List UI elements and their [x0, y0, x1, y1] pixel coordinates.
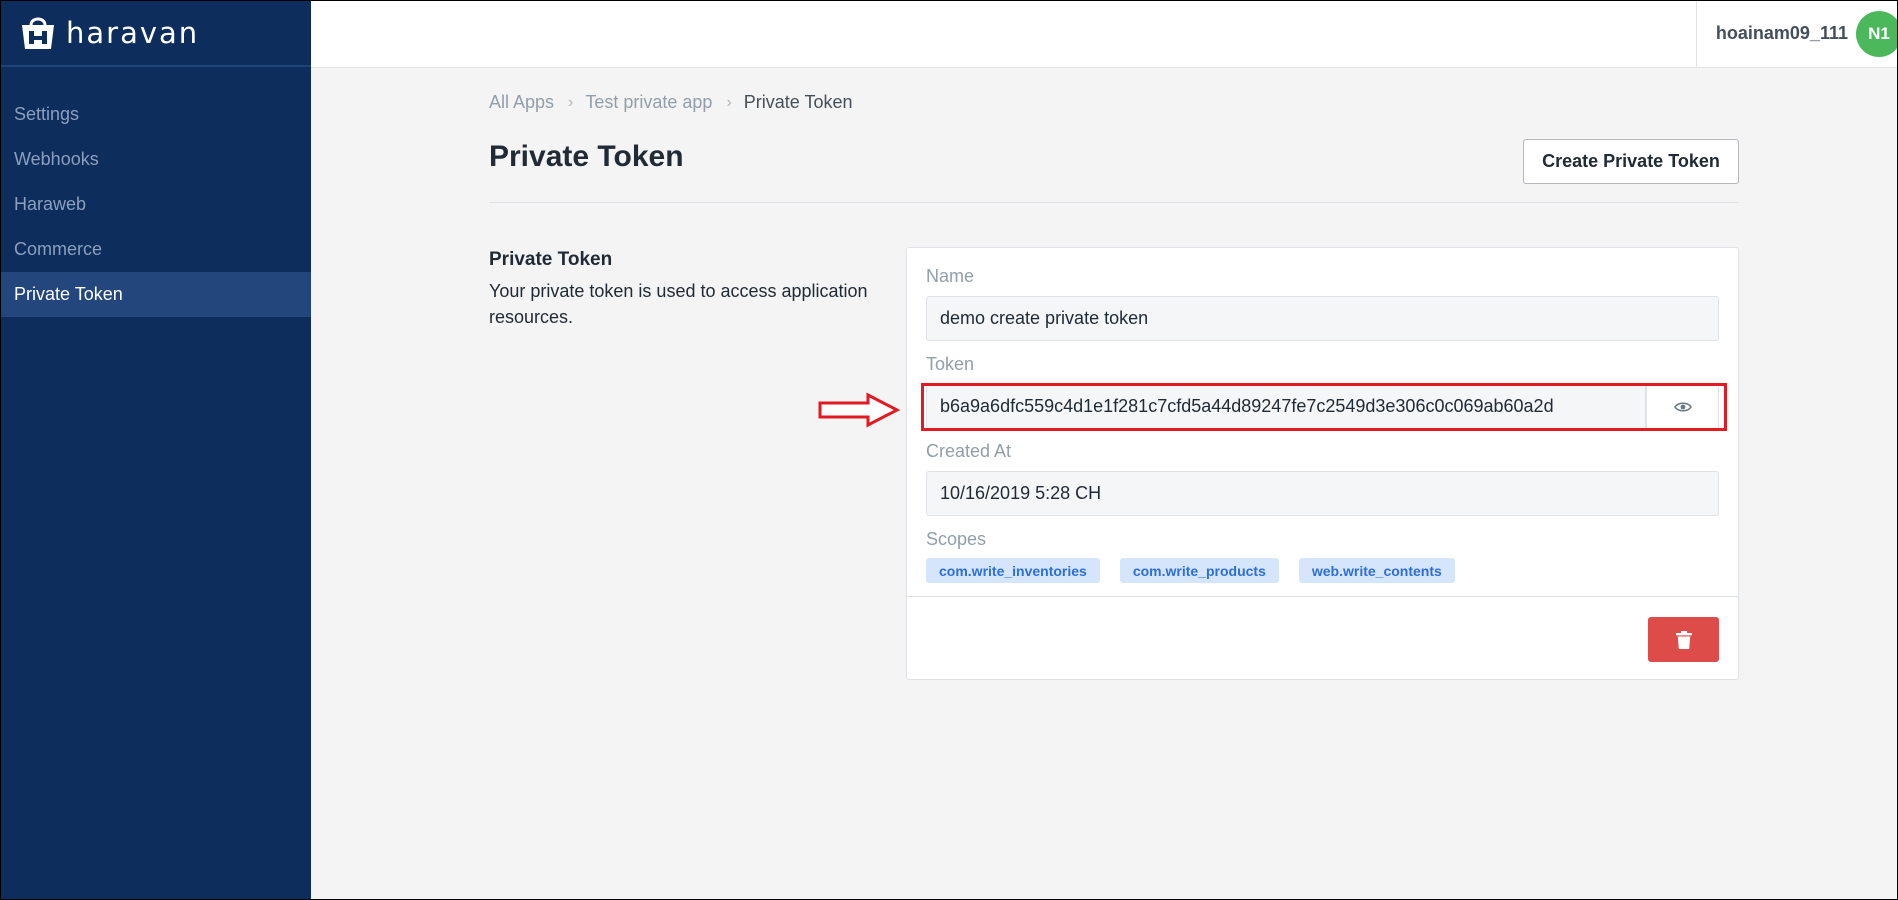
scope-tag: com.write_inventories — [926, 558, 1100, 583]
brand-name: haravan — [66, 15, 200, 50]
sidebar-nav: Settings Webhooks Haraweb Commerce Priva… — [0, 92, 311, 317]
sidebar-item-settings[interactable]: Settings — [0, 92, 311, 137]
page-title: Private Token — [489, 140, 684, 173]
section-description: Your private token is used to access app… — [489, 281, 868, 327]
user-menu[interactable]: hoainam09_111 N1 — [1695, 0, 1898, 67]
sidebar-item-private-token[interactable]: Private Token — [0, 272, 311, 317]
name-label: Name — [926, 266, 975, 286]
trash-icon — [1675, 630, 1692, 649]
annotation-arrow-icon — [818, 392, 900, 428]
sidebar: haravan Settings Webhooks Haraweb Commer… — [0, 0, 311, 900]
eye-icon — [1673, 401, 1692, 412]
section-title: Private Token — [489, 249, 613, 270]
scopes-label: Scopes — [926, 529, 987, 549]
name-field[interactable]: demo create private token — [926, 296, 1719, 341]
delete-token-button[interactable] — [1648, 617, 1719, 662]
token-field[interactable]: b6a9a6dfc559c4d1e1f281c7cfd5a44d89247fe7… — [926, 384, 1646, 429]
token-label: Token — [926, 354, 975, 374]
created-at-label: Created At — [926, 441, 1012, 461]
breadcrumb-test-private-app[interactable]: Test private app — [585, 92, 712, 113]
header-divider — [489, 202, 1739, 203]
top-bar: hoainam09_111 N1 — [311, 0, 1898, 68]
card-footer-divider — [907, 596, 1738, 597]
scope-tag: com.write_products — [1119, 558, 1279, 583]
scope-tag: web.write_contents — [1298, 558, 1455, 583]
username[interactable]: hoainam09_111 — [1716, 23, 1848, 44]
chevron-right-icon: › — [726, 93, 732, 111]
sidebar-item-commerce[interactable]: Commerce — [0, 227, 311, 272]
show-token-button[interactable] — [1646, 384, 1719, 429]
chevron-right-icon: › — [568, 93, 574, 111]
avatar[interactable]: N1 — [1856, 10, 1898, 57]
breadcrumb-current: Private Token — [743, 92, 853, 112]
sidebar-item-webhooks[interactable]: Webhooks — [0, 137, 311, 182]
breadcrumb: All Apps › Test private app › Private To… — [489, 92, 853, 113]
create-private-token-button[interactable]: Create Private Token — [1523, 139, 1739, 184]
haravan-logo-icon — [22, 17, 54, 49]
brand-logo[interactable]: haravan — [0, 0, 311, 67]
scopes-list: com.write_inventories com.write_products… — [926, 558, 1455, 583]
breadcrumb-all-apps[interactable]: All Apps — [489, 92, 554, 113]
created-at-field[interactable]: 10/16/2019 5:28 CH — [926, 471, 1719, 516]
sidebar-item-haraweb[interactable]: Haraweb — [0, 182, 311, 227]
